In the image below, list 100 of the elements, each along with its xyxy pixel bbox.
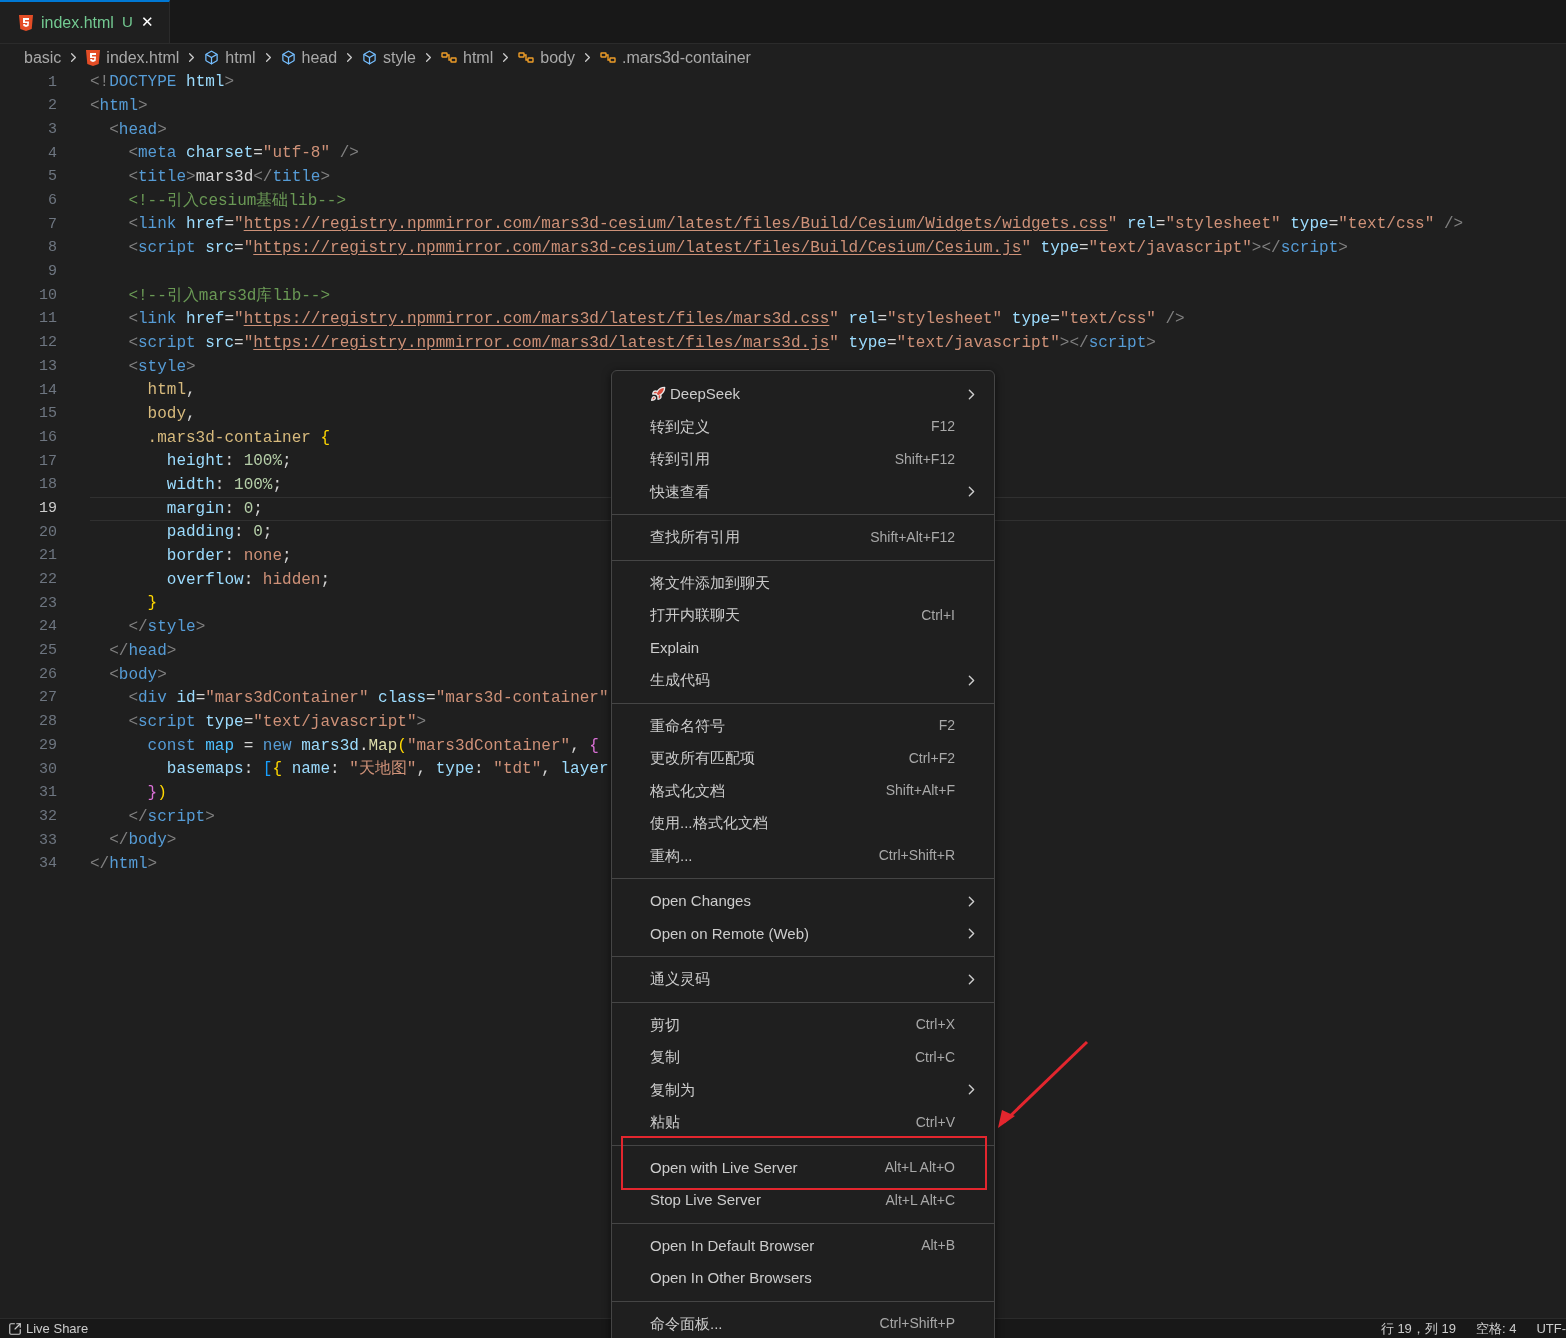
menu-item[interactable]: 命令面板... Ctrl+Shift+P [612,1307,994,1338]
code-line: <!--引入cesium基础lib--> [127,190,347,212]
menu-item[interactable]: 快速查看 [612,475,994,508]
code-line: <title>mars3d</title> [127,167,331,189]
menu-item-label: 重命名符号 [650,715,725,736]
breadcrumb-item[interactable]: basic [24,45,62,70]
menu-item[interactable]: 打开内联聊天 Ctrl+I [612,599,994,632]
menu-item-label: Open In Default Browser [650,1235,815,1256]
line-number: 17 [38,451,57,472]
code-line: <head> [108,119,167,141]
menu-item[interactable]: 更改所有匹配项 Ctrl+F2 [612,742,994,775]
menu-item[interactable]: Open on Remote (Web) [612,917,994,950]
code-line: basemaps: [{ name: "天地图", type: "tdt", layer [165,759,609,781]
line-number: 19 [38,498,57,519]
live-share-button[interactable]: Live Share [8,1318,89,1338]
line-number: 26 [38,664,57,685]
menu-item-label: DeepSeek [670,384,741,404]
menu-item-label: 重构... [650,845,693,866]
share-icon [8,1321,22,1336]
menu-item[interactable]: Stop Live Server Alt+L Alt+C [612,1184,994,1217]
rocket-icon [650,386,666,403]
menu-item[interactable]: 格式化文档 Shift+Alt+F [612,774,994,807]
line-number: 15 [38,404,57,425]
code-line: <!DOCTYPE html> [90,72,235,94]
code-line: <meta charset="utf-8" /> [127,143,359,165]
menu-item-label: 使用...格式化文档 [650,813,768,833]
code-line: </html> [90,854,158,876]
menu-item-label: 通义灵码 [650,969,710,989]
menu-item[interactable]: Open with Live Server Alt+L Alt+O [612,1151,994,1184]
menu-item-label: Stop Live Server [650,1190,761,1210]
line-number: 24 [38,617,57,638]
line-number: 22 [38,570,57,591]
menu-item-label: 查找所有引用 [650,527,740,547]
status-item[interactable]: 行 19，列 19 [1380,1318,1456,1338]
code-line: <body> [108,664,167,686]
menu-item-label: Open In Other Browsers [650,1268,812,1288]
cube-icon [362,50,378,65]
breadcrumb-item[interactable]: .mars3d-container [621,45,751,70]
breadcrumb-item[interactable]: index.html [106,45,180,70]
menu-item[interactable]: 查找所有引用 Shift+Alt+F12 [612,521,994,554]
code-line: overflow: hidden; [165,569,331,591]
status-item[interactable]: UTF- [1536,1318,1566,1338]
menu-item[interactable]: 复制 Ctrl+C [612,1041,994,1074]
menu-item-label: 生成代码 [650,670,710,690]
menu-item[interactable]: 生成代码 [612,664,994,697]
menu-item[interactable]: Open Changes [612,885,994,918]
menu-item[interactable]: DeepSeek [612,378,994,411]
close-button[interactable]: ✕ [140,11,154,34]
menu-item-label: 打开内联聊天 [650,605,740,625]
menu-item[interactable]: 复制为 [612,1073,994,1106]
line-number: 1 [47,72,57,93]
menu-item[interactable]: Open In Other Browsers [612,1262,994,1295]
html5-icon [86,49,101,66]
menu-item-label: 转到引用 [650,449,710,469]
line-number: 29 [38,735,57,756]
menu-item[interactable]: 粘贴 Ctrl+V [612,1106,994,1139]
code-line: padding: 0; [165,522,273,544]
menu-item-label: Open on Remote (Web) [650,923,809,944]
menu-item[interactable]: 转到引用 Shift+F12 [612,443,994,476]
code-line: <script type="text/javascript"> [127,711,427,733]
menu-item-label: 格式化文档 [650,780,725,801]
line-number: 2 [47,96,57,117]
line-number: 7 [47,214,57,235]
status-item[interactable]: 空格: 4 [1475,1318,1517,1338]
shortcut-label: Ctrl+V [915,1112,955,1132]
breadcrumb-item[interactable]: style [383,45,416,70]
line-number: 21 [38,546,57,567]
line-number: 28 [38,712,57,733]
code-line: const map = new mars3d.Map("mars3dContainer", { [146,735,599,757]
cube-icon [204,50,220,65]
breadcrumb-item[interactable]: html [463,45,494,70]
breadcrumb-item[interactable]: head [301,45,338,70]
cube-icon [280,50,296,65]
shortcut-label: Ctrl+F2 [908,748,955,768]
breadcrumb-item[interactable]: body [540,45,575,70]
html5-icon [19,14,33,31]
shortcut-label: Shift+Alt+F [885,781,955,801]
menu-item-label: 复制为 [650,1079,695,1100]
menu-item[interactable]: 将文件添加到聊天 [612,566,994,599]
menu-item[interactable]: 使用...格式化文档 [612,807,994,840]
menu-item[interactable]: 重命名符号 F2 [612,709,994,742]
breadcrumb-item[interactable]: html [225,45,256,70]
menu-item[interactable]: 剪切 Ctrl+X [612,1008,994,1041]
code-line: height: 100%; [165,451,292,473]
menu-item[interactable]: 转到定义 F12 [612,410,994,443]
menu-item[interactable]: 通义灵码 [612,963,994,996]
code-line: body, [146,403,196,425]
editor-tab[interactable]: index.html U ✕ [0,0,170,43]
shortcut-label: Ctrl+C [914,1047,955,1067]
code-line: <!--引入mars3d库lib--> [127,285,331,307]
menu-item-label: 剪切 [650,1014,680,1035]
menu-item[interactable]: Open In Default Browser Alt+B [612,1229,994,1262]
code-line: <html> [90,96,148,118]
nodes-icon [441,50,457,65]
menu-item[interactable]: 重构... Ctrl+Shift+R [612,839,994,872]
line-number: 10 [38,285,57,306]
code-line: border: none; [165,546,292,568]
shortcut-label: Alt+B [921,1236,955,1256]
code-line: .mars3d-container { [146,427,331,449]
menu-item[interactable]: Explain [612,631,994,664]
